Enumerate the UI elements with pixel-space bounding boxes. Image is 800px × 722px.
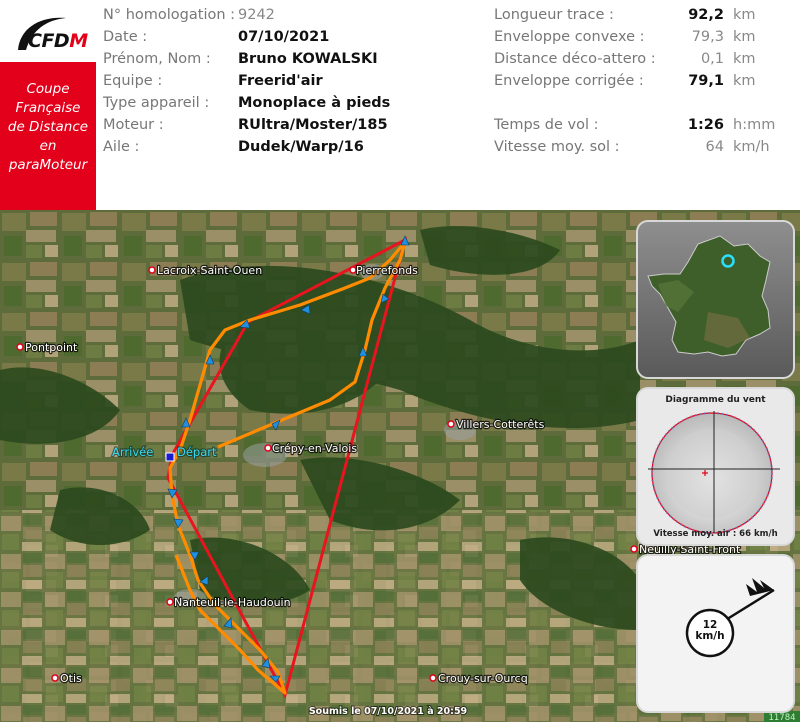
wind-gauge-panel: 12 km/h	[636, 554, 795, 713]
logo-tagline: Coupe Française de Distance en paraMoteu…	[7, 81, 89, 173]
wind-diagram-title: Diagramme du vent	[665, 395, 766, 405]
place-label: Nanteuil-le-Haudouin	[174, 596, 291, 609]
wind-air-speed: Vitesse moy. air : 66 km/h	[653, 529, 778, 539]
logo-wordmark: CFDM	[28, 30, 88, 52]
track-length-value: 92,2	[688, 7, 724, 23]
takeoff-landing-value: 0,1	[700, 51, 724, 67]
place-label: Lacroix-Saint-Ouen	[157, 264, 262, 277]
arrival-label: Arrivée	[112, 445, 153, 459]
submitted-stamp: Soumis le 07/10/2021 à 20:59	[309, 706, 467, 717]
place-label: Villers-Cotterêts	[456, 418, 545, 431]
id-badge-text: 11784	[768, 713, 795, 722]
cfdm-logo: CFDM Coupe Française de Distance en para…	[0, 0, 96, 210]
france-map	[647, 235, 771, 357]
place-label: Otis	[60, 672, 82, 685]
flight-time-value: 1:26	[687, 117, 724, 133]
wind-diagram	[648, 411, 780, 535]
place-label: Pontpoint	[25, 341, 78, 354]
france-locator-panel	[636, 220, 795, 379]
wind-speed-value: 12 km/h	[695, 619, 725, 642]
corrected-hull-value: 79,1	[688, 73, 724, 89]
start-end-marker	[165, 452, 175, 462]
place-label: Crouy-sur-Ourcq	[438, 672, 528, 685]
header: CFDM Coupe Française de Distance en para…	[0, 0, 800, 210]
wing-value: Dudek/Warp/16	[238, 139, 364, 155]
departure-label: Départ	[177, 445, 217, 459]
date-value: 07/10/2021	[238, 29, 330, 45]
place-label: Pierrefonds	[356, 264, 418, 277]
pilot-value: Bruno KOWALSKI	[238, 51, 378, 67]
engine-value: RUltra/Moster/185	[238, 117, 388, 133]
aircraft-type-value: Monoplace à pieds	[238, 95, 391, 111]
ground-speed-value: 64	[705, 139, 724, 155]
homologation-value: 9242	[238, 7, 275, 23]
convex-hull-value: 79,3	[691, 29, 724, 45]
place-label: Crépy-en-Valois	[272, 442, 357, 455]
team-value: Freerid'air	[238, 73, 323, 89]
wind-diagram-panel: Diagramme du vent Vitesse moy. air : 66 …	[636, 387, 795, 546]
